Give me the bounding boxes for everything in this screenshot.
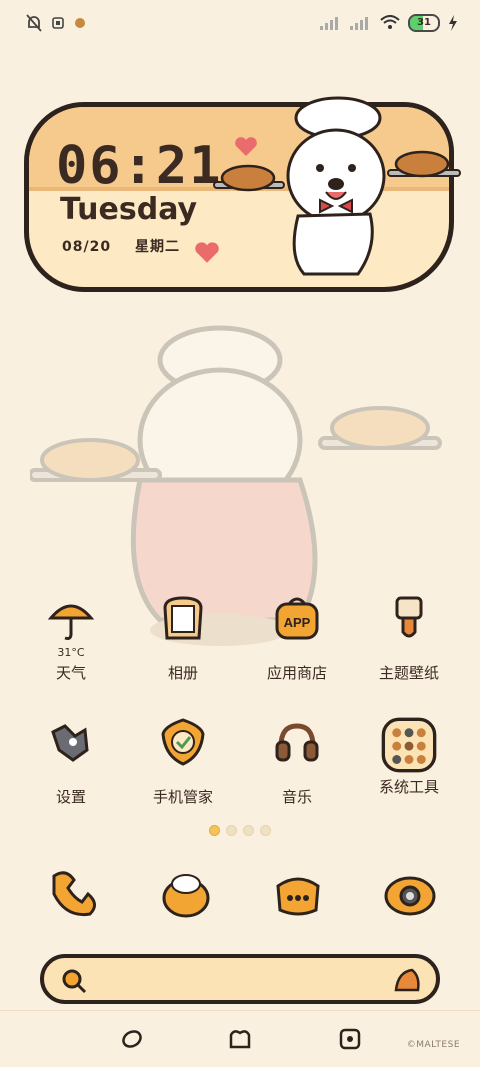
clock-weekday: 星期二 (134, 239, 180, 255)
app-store[interactable]: APP 应用商店 (242, 592, 352, 683)
clock-date-row: 08/20 星期二 (62, 236, 180, 256)
battery-level: 31 (417, 17, 431, 28)
app-settings[interactable]: 设置 (16, 716, 126, 807)
home-icon[interactable] (228, 1027, 252, 1051)
messages-icon[interactable] (158, 866, 214, 922)
clock-date: 08/20 (62, 239, 112, 255)
app-label: 音乐 (281, 788, 312, 806)
wifi-icon (380, 15, 400, 29)
app-music[interactable]: 音乐 (242, 716, 352, 807)
shield-check-icon (161, 718, 205, 766)
app-label: 设置 (55, 788, 86, 806)
page-dot[interactable] (260, 825, 271, 836)
folder-icon (381, 717, 437, 773)
clock-widget[interactable]: 06:21 Tuesday 08/20 星期二 (24, 96, 461, 296)
signal-1-icon (320, 17, 338, 30)
headphones-icon (275, 723, 319, 762)
umbrella-icon (47, 604, 95, 640)
search-bar[interactable] (40, 954, 440, 1004)
signal-2-icon (350, 17, 368, 30)
page-dot[interactable] (243, 825, 254, 836)
status-bar: 31 (0, 0, 480, 50)
camera-icon[interactable] (382, 866, 438, 922)
phone-icon[interactable] (44, 866, 100, 922)
app-store-bag-icon: APP (275, 597, 319, 640)
toast-bread-icon (163, 596, 203, 640)
paint-brush-icon (395, 596, 423, 638)
app-notification-icon (75, 18, 85, 28)
chef-dog-illustration (213, 96, 461, 276)
charging-icon (449, 15, 457, 31)
app-label: 天气 (55, 664, 86, 682)
back-icon[interactable] (120, 1027, 144, 1051)
app-label: 系统工具 (378, 778, 439, 796)
app-label: 主题壁纸 (378, 664, 439, 682)
app-label: 相册 (167, 664, 198, 682)
app-label: 手机管家 (152, 788, 213, 806)
notifications-off-icon (26, 14, 42, 32)
clock-day: Tuesday (60, 192, 198, 227)
page-dot[interactable] (226, 825, 237, 836)
app-phone-manager[interactable]: 手机管家 (128, 716, 238, 807)
credit-text: ©MALTESE (406, 1040, 460, 1050)
sim-icon (52, 17, 64, 29)
app-gallery[interactable]: 相册 (128, 592, 238, 683)
browser-icon[interactable] (270, 866, 326, 922)
weather-temperature: 31°C (57, 646, 85, 659)
app-system-tools[interactable]: 系统工具 (354, 716, 464, 797)
page-dot-active[interactable] (209, 825, 220, 836)
wrench-settings-icon (51, 724, 89, 762)
search-icon[interactable] (60, 967, 88, 995)
navigation-bar (0, 1010, 480, 1067)
app-themes[interactable]: 主题壁纸 (354, 592, 464, 683)
battery-icon: 31 (408, 14, 440, 32)
page-indicator[interactable] (0, 825, 480, 836)
recents-icon[interactable] (338, 1027, 362, 1051)
assistant-icon[interactable] (392, 966, 422, 996)
app-store-icon-text: APP (284, 615, 311, 630)
app-weather[interactable]: 31°C 天气 (16, 592, 126, 683)
clock-time: 06:21 (56, 136, 223, 196)
app-label: 应用商店 (266, 664, 327, 682)
